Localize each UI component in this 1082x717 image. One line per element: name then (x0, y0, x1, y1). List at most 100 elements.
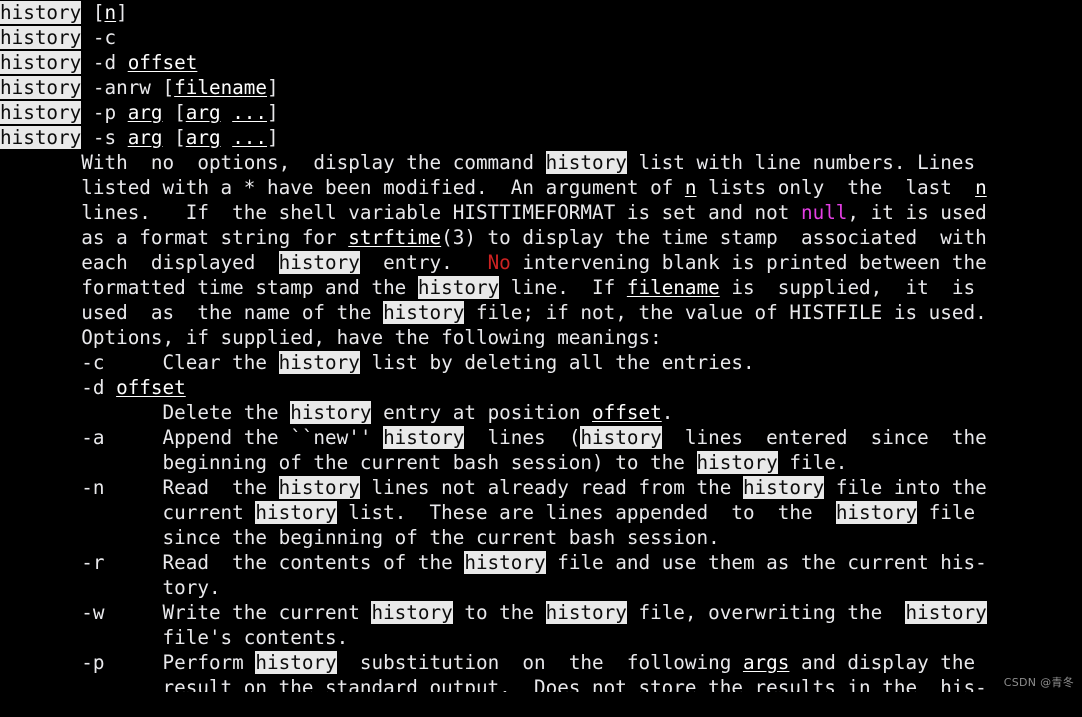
terminal-text: lines ( (464, 426, 581, 449)
terminal-line: since the beginning of the current bash … (0, 525, 1082, 550)
search-match-highlight: history (0, 76, 82, 99)
terminal-text: tory. (0, 576, 221, 599)
search-match-highlight: history (742, 476, 825, 499)
terminal-line: beginning of the current bash session) t… (0, 450, 1082, 475)
terminal-text: entry. (359, 251, 488, 274)
man-argument: arg (127, 101, 163, 124)
terminal-line: Options, if supplied, have the following… (0, 325, 1082, 350)
terminal-line: lines. If the shell variable HISTTIMEFOR… (0, 200, 1082, 225)
terminal-text: -d (0, 376, 117, 399)
search-match-highlight: history (383, 301, 465, 324)
terminal-line: current history list. These are lines ap… (0, 500, 1082, 525)
man-argument: offset (127, 51, 198, 74)
terminal-line: history -anrw [filename] (0, 75, 1082, 100)
search-match-highlight: history (417, 276, 500, 299)
terminal-text: lines entered since the (661, 426, 987, 449)
terminal-text: ] (267, 101, 279, 124)
man-argument: ... (232, 101, 268, 124)
terminal-text: file, overwriting the (626, 601, 906, 624)
search-match-highlight: history (696, 451, 778, 474)
terminal-line: -r Read the contents of the history file… (0, 550, 1082, 575)
terminal-text: list with line numbers. Lines (626, 151, 976, 174)
terminal-text: Delete the (0, 401, 291, 424)
terminal-text: current (0, 501, 256, 524)
man-argument: args (742, 651, 790, 674)
man-argument: filename (626, 276, 720, 299)
search-match-highlight: history (278, 476, 360, 499)
terminal-text: -s (81, 126, 128, 149)
terminal-text: each displayed (0, 251, 279, 274)
terminal-text: [ (81, 1, 105, 24)
terminal-text: -c (81, 26, 117, 49)
terminal-text: ] (267, 76, 279, 99)
colored-keyword: null (800, 201, 848, 224)
pager-content[interactable]: history [n] history -c history -d offset hi… (0, 0, 1082, 692)
search-match-highlight: history (290, 401, 372, 424)
search-match-highlight: history (255, 501, 337, 524)
terminal-text: formatted time stamp and the (0, 276, 418, 299)
terminal-text: . (661, 401, 674, 424)
terminal-text: file into the (824, 476, 987, 499)
terminal-text: lines not already read from the (359, 476, 743, 499)
terminal-text: Options, if supplied, have the following… (0, 326, 662, 349)
search-match-highlight: history (0, 101, 82, 124)
terminal-line: -a Append the ``new'' history lines (his… (0, 425, 1082, 450)
terminal-line: tory. (0, 575, 1082, 600)
terminal-line: result on the standard output. Does not … (0, 675, 1082, 692)
terminal-text: intervening blank is printed between the (510, 251, 987, 274)
search-match-highlight: history (278, 351, 360, 374)
terminal-line: used as the name of the history file; if… (0, 300, 1082, 325)
terminal-text: to the (452, 601, 546, 624)
search-match-highlight: history (383, 426, 465, 449)
terminal-text: list by deleting all the entries. (359, 351, 755, 374)
search-match-highlight: history (545, 601, 627, 624)
search-match-highlight: history (835, 501, 918, 524)
search-match-highlight: history (464, 551, 546, 574)
terminal-text: -c Clear the (0, 351, 279, 374)
search-match-highlight: history (278, 251, 360, 274)
terminal-text: used as the name of the (0, 301, 384, 324)
pager-status-bar[interactable]: page history(1) line 575 (press h for he… (0, 692, 1082, 717)
man-argument: n (684, 176, 697, 199)
man-argument: offset (116, 376, 186, 399)
terminal-line: history -c (0, 25, 1082, 50)
search-match-highlight: history (0, 1, 82, 24)
terminal-line: history -d offset (0, 50, 1082, 75)
terminal-line: each displayed history entry. No interve… (0, 250, 1082, 275)
search-match-highlight: history (0, 51, 82, 74)
terminal-text: beginning of the current bash session) t… (0, 451, 697, 474)
terminal-line: as a format string for strftime(3) to di… (0, 225, 1082, 250)
terminal-text: lines. If the shell variable HISTTIMEFOR… (0, 201, 801, 224)
terminal-text: [ (162, 101, 186, 124)
terminal-line: file's contents. (0, 625, 1082, 650)
search-match-highlight: history (371, 601, 453, 624)
terminal-line: -d offset (0, 375, 1082, 400)
man-argument: arg (127, 126, 163, 149)
search-match-highlight: history (580, 426, 662, 449)
terminal-text: and display the (789, 651, 976, 674)
terminal-text: lists only the last (696, 176, 976, 199)
man-argument: filename (174, 76, 268, 99)
terminal-text: -a Append the ``new'' (0, 426, 384, 449)
terminal-text: ] (116, 1, 128, 24)
terminal-line: listed with a * have been modified. An a… (0, 175, 1082, 200)
terminal-window[interactable]: history [n] history -c history -d offset hi… (0, 0, 1082, 717)
terminal-text: file; if not, the value of HISTFILE is u… (464, 301, 987, 324)
terminal-line: With no options, display the command his… (0, 150, 1082, 175)
search-match-highlight: history (545, 151, 627, 174)
terminal-text: With no options, display the command (0, 151, 546, 174)
terminal-text: , it is used (847, 201, 987, 224)
terminal-line: history [n] (0, 0, 1082, 25)
terminal-text: result on the standard output. Does not … (0, 676, 987, 692)
terminal-text: -w Write the current (0, 601, 372, 624)
terminal-text: as a format string for (0, 226, 349, 249)
terminal-line: history -p arg [arg ...] (0, 100, 1082, 125)
terminal-line: -p Perform history substitution on the f… (0, 650, 1082, 675)
colored-keyword: No (487, 251, 511, 274)
terminal-line: Delete the history entry at position off… (0, 400, 1082, 425)
man-argument: strftime (348, 226, 442, 249)
terminal-text: substitution on the following (336, 651, 743, 674)
search-match-highlight: history (0, 126, 82, 149)
